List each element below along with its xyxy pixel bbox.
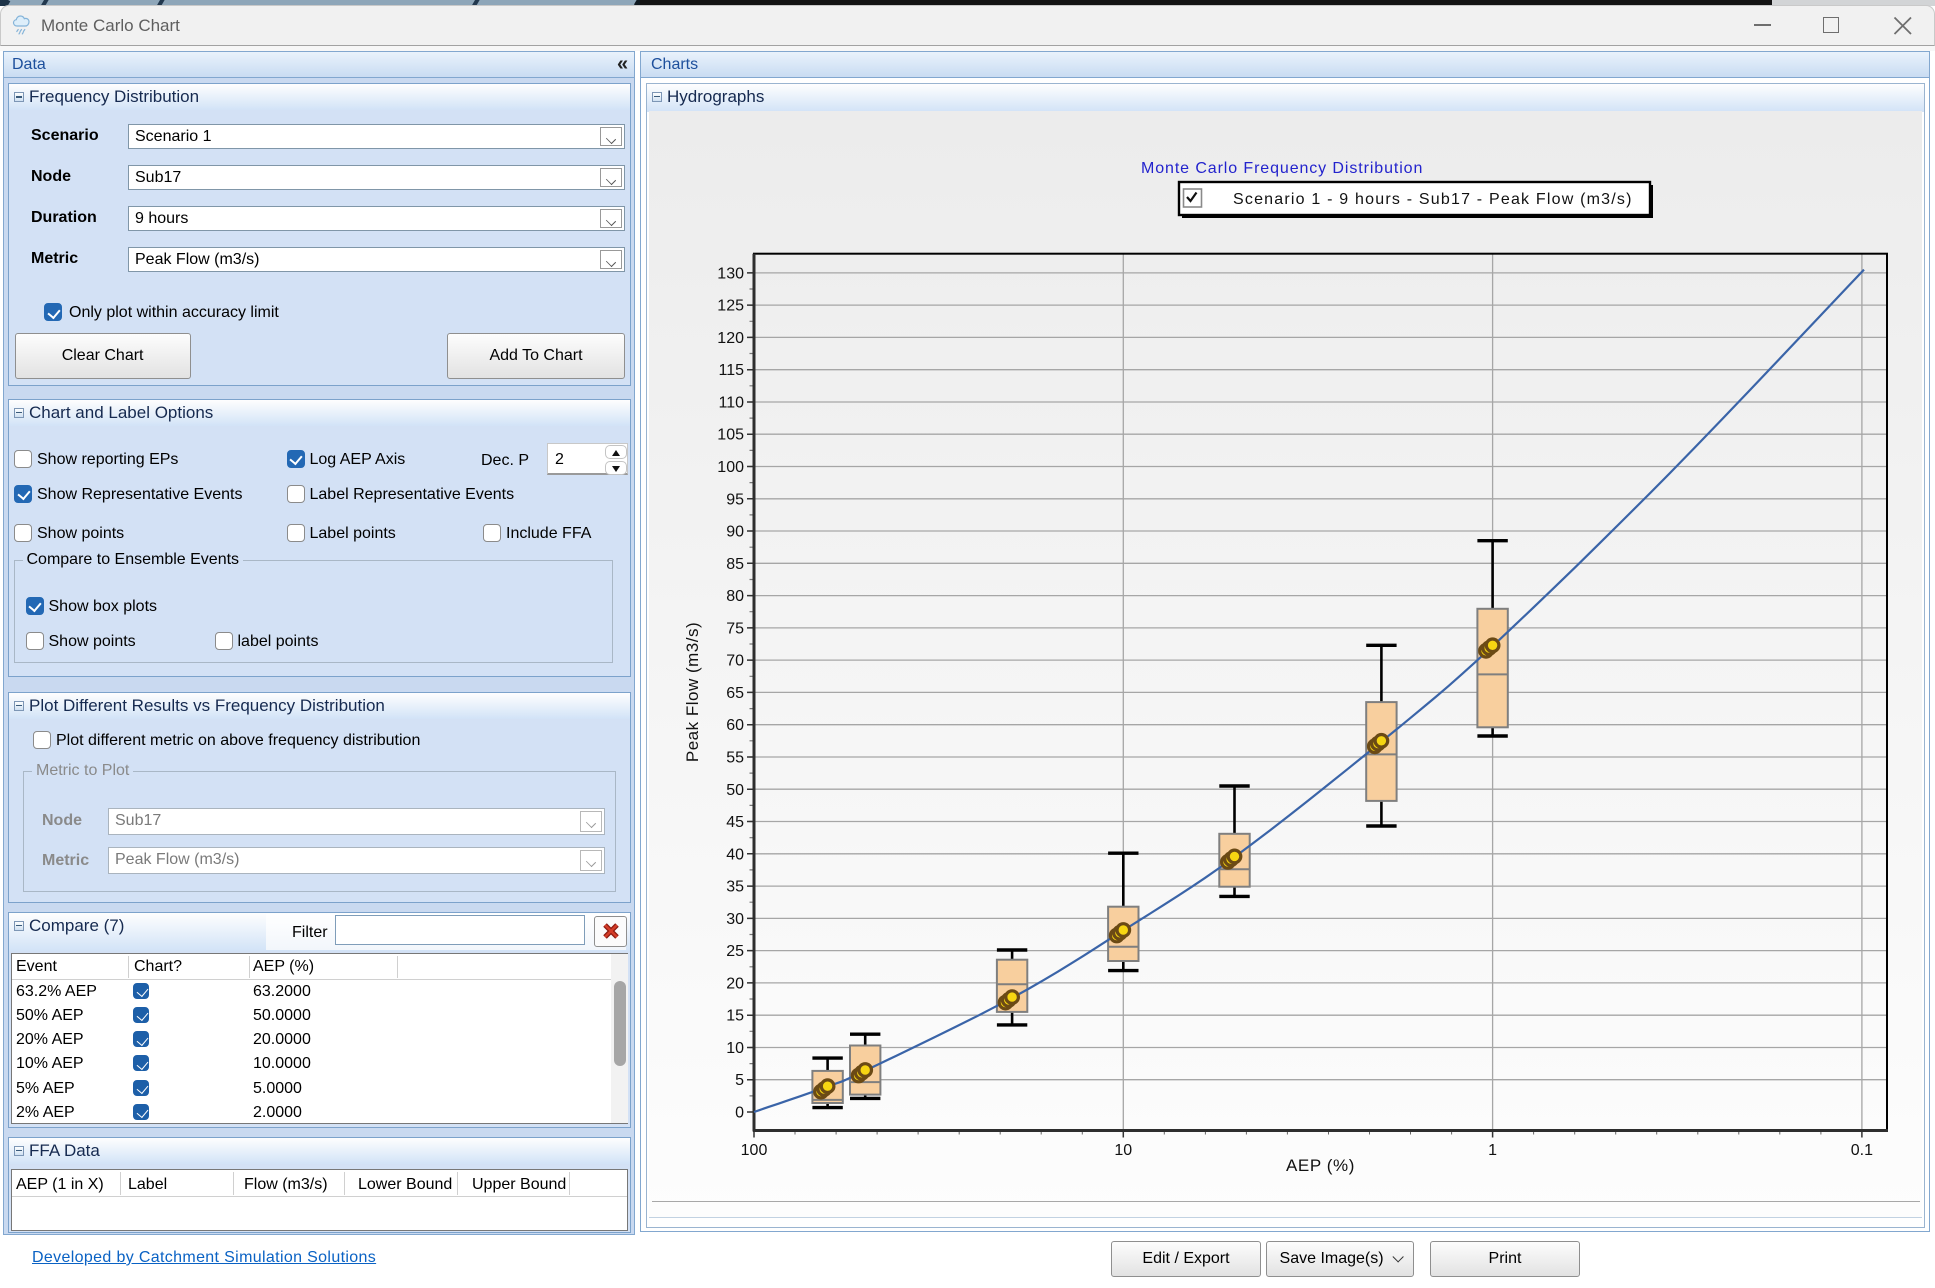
svg-text:10: 10 bbox=[726, 1040, 744, 1057]
svg-text:Scenario 1 - 9 hours - Sub17 -: Scenario 1 - 9 hours - Sub17 - Peak Flow… bbox=[1233, 191, 1633, 208]
svg-text:30: 30 bbox=[726, 911, 744, 928]
svg-text:5: 5 bbox=[735, 1072, 744, 1089]
svg-text:35: 35 bbox=[726, 879, 744, 896]
svg-text:50: 50 bbox=[726, 782, 744, 799]
svg-text:55: 55 bbox=[726, 750, 744, 767]
svg-text:110: 110 bbox=[718, 395, 744, 412]
svg-text:45: 45 bbox=[726, 814, 744, 831]
svg-text:Monte Carlo Frequency Distribu: Monte Carlo Frequency Distribution bbox=[1141, 160, 1423, 177]
svg-text:125: 125 bbox=[717, 298, 744, 315]
svg-text:10: 10 bbox=[1114, 1142, 1132, 1159]
svg-text:115: 115 bbox=[718, 362, 744, 379]
svg-text:70: 70 bbox=[726, 653, 744, 670]
svg-text:Peak Flow (m3/s): Peak Flow (m3/s) bbox=[683, 622, 702, 762]
svg-text:40: 40 bbox=[726, 846, 744, 863]
svg-text:0: 0 bbox=[735, 1105, 744, 1122]
svg-text:80: 80 bbox=[726, 588, 744, 605]
svg-text:105: 105 bbox=[717, 427, 744, 444]
svg-text:1: 1 bbox=[1488, 1142, 1497, 1159]
svg-text:75: 75 bbox=[726, 620, 744, 637]
svg-text:100: 100 bbox=[741, 1142, 768, 1159]
svg-text:130: 130 bbox=[717, 265, 744, 282]
svg-text:25: 25 bbox=[726, 943, 744, 960]
svg-text:65: 65 bbox=[726, 685, 744, 702]
svg-text:120: 120 bbox=[717, 330, 744, 347]
svg-text:0.1: 0.1 bbox=[1851, 1142, 1873, 1159]
svg-text:20: 20 bbox=[726, 975, 744, 992]
svg-text:AEP (%): AEP (%) bbox=[1286, 1156, 1355, 1175]
svg-text:85: 85 bbox=[726, 556, 744, 573]
svg-text:95: 95 bbox=[726, 491, 744, 508]
svg-text:100: 100 bbox=[717, 459, 744, 476]
svg-text:15: 15 bbox=[726, 1008, 744, 1025]
svg-text:90: 90 bbox=[726, 524, 744, 541]
svg-text:60: 60 bbox=[726, 717, 744, 734]
